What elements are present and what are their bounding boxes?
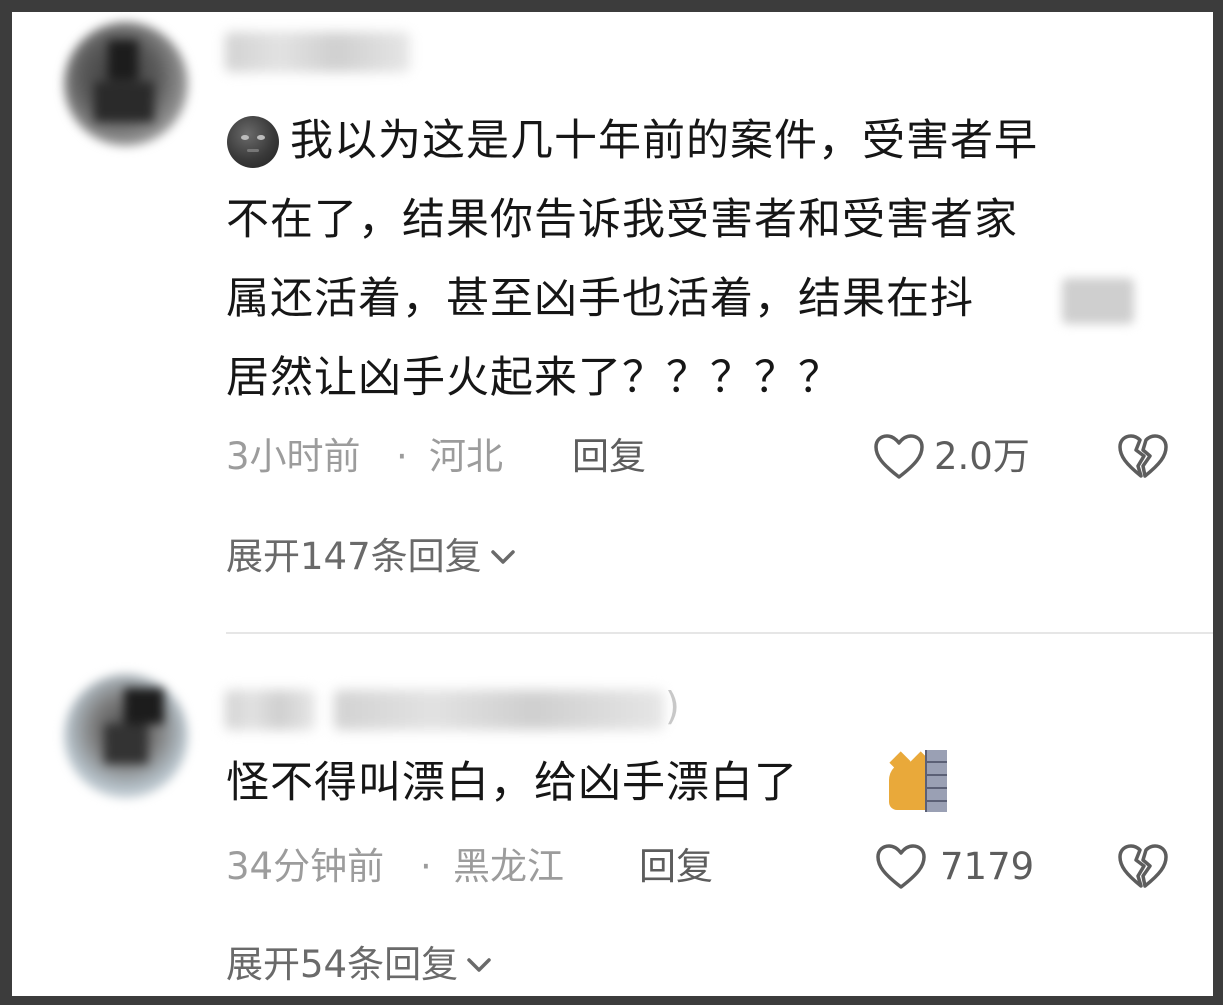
like-count: 2.0万 [934,435,1030,478]
heart-icon[interactable] [872,432,926,482]
expand-replies-button[interactable]: 展开54条回复 [226,946,494,983]
comment-location: 河北 [429,435,503,478]
comment-location: 黑龙江 [453,845,564,888]
comment-time: 34分钟前 [226,845,385,888]
comment-item: ) 怪不得叫漂白，给凶手漂白了 34分钟前 · 黑龙江 回复 7179 展开54… [12,624,1213,1004]
avatar[interactable] [64,674,188,798]
screenshot-frame: 我以为这是几十年前的案件，受害者早 不在了，结果你告诉我受害者和受害者家 属还活… [0,0,1223,1005]
username-suffix: ) [665,684,680,728]
comment-time: 3小时前 [226,435,361,478]
chevron-down-icon [467,957,491,972]
dislike-broken-heart-icon[interactable] [1116,842,1170,892]
expand-replies-button[interactable]: 展开147条回复 [226,538,518,575]
reply-button[interactable]: 回复 [572,438,646,475]
comment-text-line: 不在了，结果你告诉我受害者和受害者家 [226,195,1018,245]
like-count: 7179 [940,845,1035,888]
username-note-blurred [334,690,664,730]
comment-text-line: 属还活着，甚至凶手也活着，结果在抖 [226,274,974,324]
comment-text-line: 居然让凶手火起来了？？？？？ [226,353,842,403]
chevron-down-icon [490,549,515,564]
comment-text-line: 我以为这是几十年前的案件，受害者早 [290,116,1038,166]
reply-button[interactable]: 回复 [639,848,713,885]
meta-separator: · [420,845,432,888]
username-blurred[interactable] [225,690,315,730]
blurred-word-mask [1062,278,1134,324]
new-moon-face-emoji [227,116,279,168]
username-blurred[interactable] [225,32,410,72]
heart-icon[interactable] [874,842,928,892]
cat-peeking-behind-wall-emoji [889,750,947,812]
meta-separator: · [396,435,408,478]
comment-item: 我以为这是几十年前的案件，受害者早 不在了，结果你告诉我受害者和受害者家 属还活… [12,12,1213,622]
expand-replies-label: 展开147条回复 [226,535,482,578]
comment-text-line: 怪不得叫漂白，给凶手漂白了 [226,758,798,808]
expand-replies-label: 展开54条回复 [226,943,459,986]
dislike-broken-heart-icon[interactable] [1116,432,1170,482]
avatar[interactable] [64,22,188,146]
